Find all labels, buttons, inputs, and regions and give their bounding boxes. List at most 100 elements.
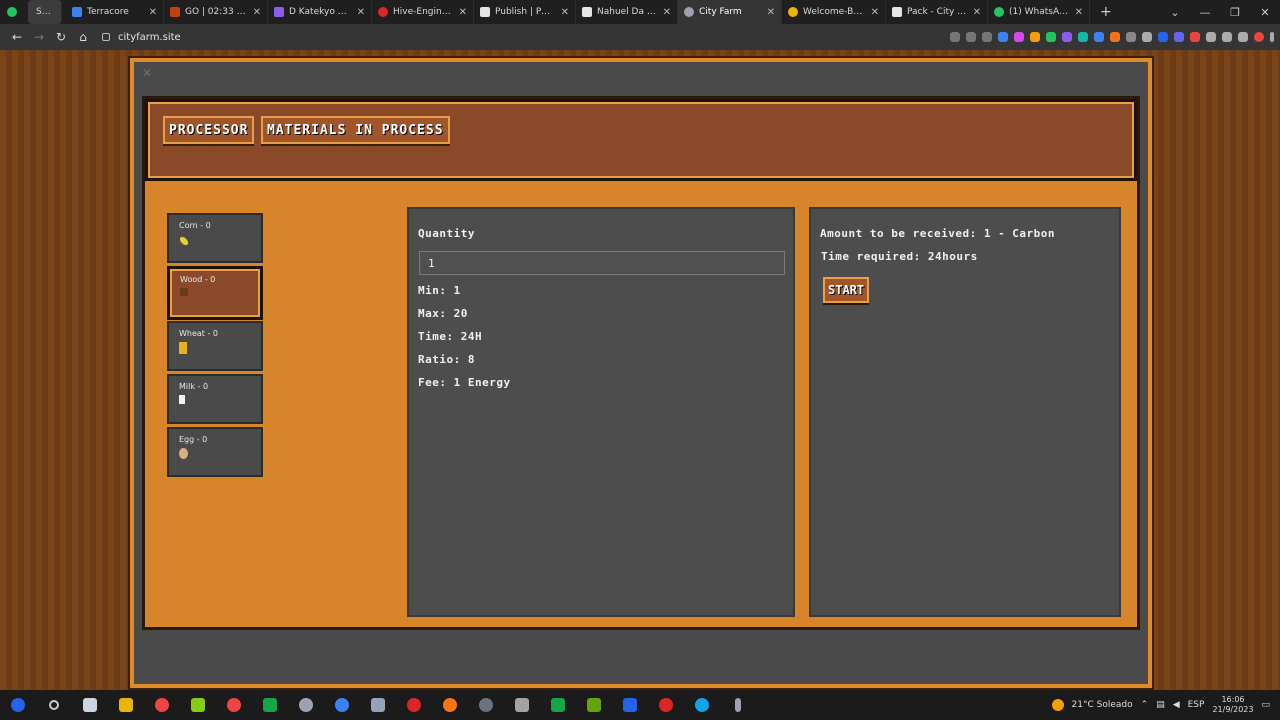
tab-search-icon[interactable]: ⌄ (1160, 6, 1190, 19)
min-label: Min: 1 (418, 284, 461, 297)
close-tab-icon[interactable]: ✕ (357, 7, 365, 18)
item-milk[interactable]: Milk - 0 (167, 374, 263, 424)
close-tab-icon[interactable]: ✕ (871, 7, 879, 18)
clock-date: 21/9/2023 (1212, 705, 1254, 714)
language-indicator[interactable]: ESP (1188, 700, 1205, 710)
network-icon[interactable]: ▤ (1156, 700, 1165, 710)
home-icon[interactable]: ⌂ (72, 30, 94, 44)
tab-slice[interactable]: Slice (28, 0, 62, 24)
tab-pack-city-farm[interactable]: Pack - City Farm✕ (886, 0, 988, 24)
extension-icon[interactable] (1110, 32, 1120, 42)
extension-icon[interactable] (1030, 32, 1040, 42)
taskbar-app-icon[interactable] (504, 690, 540, 720)
search-icon[interactable] (36, 690, 72, 720)
close-tab-icon[interactable]: ✕ (253, 7, 261, 18)
forward-icon[interactable]: → (28, 30, 50, 44)
tab-katekyo[interactable]: D Katekyo Hitm✕ (268, 0, 372, 24)
extension-icon[interactable] (1078, 32, 1088, 42)
opera-icon[interactable] (648, 690, 684, 720)
reading-list-icon[interactable] (1222, 32, 1232, 42)
close-tab-icon[interactable]: ✕ (663, 7, 671, 18)
extension-icon[interactable] (1190, 32, 1200, 42)
item-label: Wheat - 0 (179, 329, 219, 338)
file-explorer-icon[interactable] (108, 690, 144, 720)
item-wood[interactable]: Wood - 0 (167, 266, 263, 320)
close-tab-icon[interactable]: ✕ (973, 7, 981, 18)
menu-icon[interactable] (1270, 32, 1274, 42)
clock[interactable]: 16:06 21/9/2023 (1212, 695, 1253, 715)
minimize-icon[interactable]: — (1190, 6, 1220, 19)
weather-icon (1051, 699, 1064, 711)
extension-icon[interactable] (1174, 32, 1184, 42)
taskbar-app-icon[interactable] (252, 690, 288, 720)
side-panel-icon[interactable] (1238, 32, 1248, 42)
materials-in-process-tab-button[interactable]: MATERIALS IN PROCESS (261, 116, 450, 144)
close-tab-icon[interactable]: ✕ (459, 7, 467, 18)
puzzle-extensions-icon[interactable] (1206, 32, 1216, 42)
taskbar-app-icon[interactable] (612, 690, 648, 720)
taskbar-app-icon[interactable] (432, 690, 468, 720)
browser-profile-icon[interactable] (0, 0, 24, 24)
restore-icon[interactable]: ❐ (1220, 6, 1250, 19)
edge-icon[interactable] (684, 690, 720, 720)
tab-nahuel[interactable]: Nahuel Da Ré -✕ (576, 0, 678, 24)
tab-hive-engine[interactable]: Hive-Engine - Sr✕ (372, 0, 474, 24)
start-menu-icon[interactable] (0, 690, 36, 720)
new-tab-button[interactable]: + (1090, 4, 1122, 20)
extension-icon[interactable] (1062, 32, 1072, 42)
taskbar-app-icon[interactable] (180, 690, 216, 720)
back-icon[interactable]: ← (6, 30, 28, 44)
close-tab-icon[interactable]: ✕ (1075, 7, 1083, 18)
taskbar-app-icon[interactable] (396, 690, 432, 720)
close-window-icon[interactable]: ✕ (1250, 6, 1280, 19)
system-tray: 21°C Soleado ⌃ ▤ ◀ ESP 16:06 21/9/2023 ▭ (1051, 695, 1280, 715)
tab-whatsapp[interactable]: (1) WhatsApp ✕ (988, 0, 1090, 24)
microphone-icon[interactable] (720, 690, 756, 720)
reload-icon[interactable]: ↻ (50, 30, 72, 44)
wood-icon (180, 288, 188, 296)
tab-terracore[interactable]: Terracore ✕ (66, 0, 164, 24)
tab-city-farm[interactable]: City Farm ✕ (678, 0, 782, 24)
taskbar-app-icon[interactable] (468, 690, 504, 720)
extension-icon[interactable] (1142, 32, 1152, 42)
close-tab-icon[interactable]: ✕ (561, 7, 569, 18)
milk-icon (179, 395, 185, 404)
volume-icon[interactable]: ◀ (1173, 700, 1180, 710)
tab-go[interactable]: GO | 02:33 | nah✕ (164, 0, 268, 24)
translate-icon[interactable] (966, 32, 976, 42)
steam-icon[interactable] (324, 690, 360, 720)
quantity-input[interactable]: 1 (419, 251, 785, 275)
notifications-icon[interactable]: ▭ (1261, 700, 1270, 710)
tab-welcome[interactable]: Welcome-Bienve✕ (782, 0, 886, 24)
tab-peakd[interactable]: Publish | PeakD✕ (474, 0, 576, 24)
share-icon[interactable] (982, 32, 992, 42)
taskbar-app-icon[interactable] (288, 690, 324, 720)
site-info-icon[interactable] (102, 33, 110, 41)
extension-icon[interactable] (1014, 32, 1024, 42)
weather-text[interactable]: 21°C Soleado (1072, 700, 1133, 710)
taskbar-app-icon[interactable] (360, 690, 396, 720)
extension-icon[interactable] (1094, 32, 1104, 42)
extension-icon[interactable] (1158, 32, 1168, 42)
item-corn[interactable]: Corn - 0 (167, 213, 263, 263)
item-wheat[interactable]: Wheat - 0 (167, 321, 263, 371)
profile-avatar-icon[interactable] (1254, 32, 1264, 42)
taskbar-app-icon[interactable] (576, 690, 612, 720)
bookmark-star-icon[interactable] (998, 32, 1008, 42)
close-tab-icon[interactable]: ✕ (767, 7, 775, 18)
close-tab-icon[interactable]: ✕ (149, 7, 157, 18)
tray-overflow-icon[interactable]: ⌃ (1141, 700, 1149, 710)
taskbar-app-icon[interactable] (540, 690, 576, 720)
close-icon[interactable]: ✕ (142, 66, 152, 80)
item-egg[interactable]: Egg - 0 (167, 427, 263, 477)
key-icon[interactable] (950, 32, 960, 42)
processor-tab-button[interactable]: PROCESSOR (163, 116, 255, 144)
chrome-icon[interactable] (216, 690, 252, 720)
start-button[interactable]: START (823, 277, 870, 303)
taskbar-app-icon[interactable] (144, 690, 180, 720)
taskbar-app-icon[interactable] (72, 690, 108, 720)
extension-icon[interactable] (1126, 32, 1136, 42)
url-field[interactable]: cityfarm.site (102, 32, 181, 43)
quantity-title: Quantity (418, 227, 475, 240)
extension-icon[interactable] (1046, 32, 1056, 42)
